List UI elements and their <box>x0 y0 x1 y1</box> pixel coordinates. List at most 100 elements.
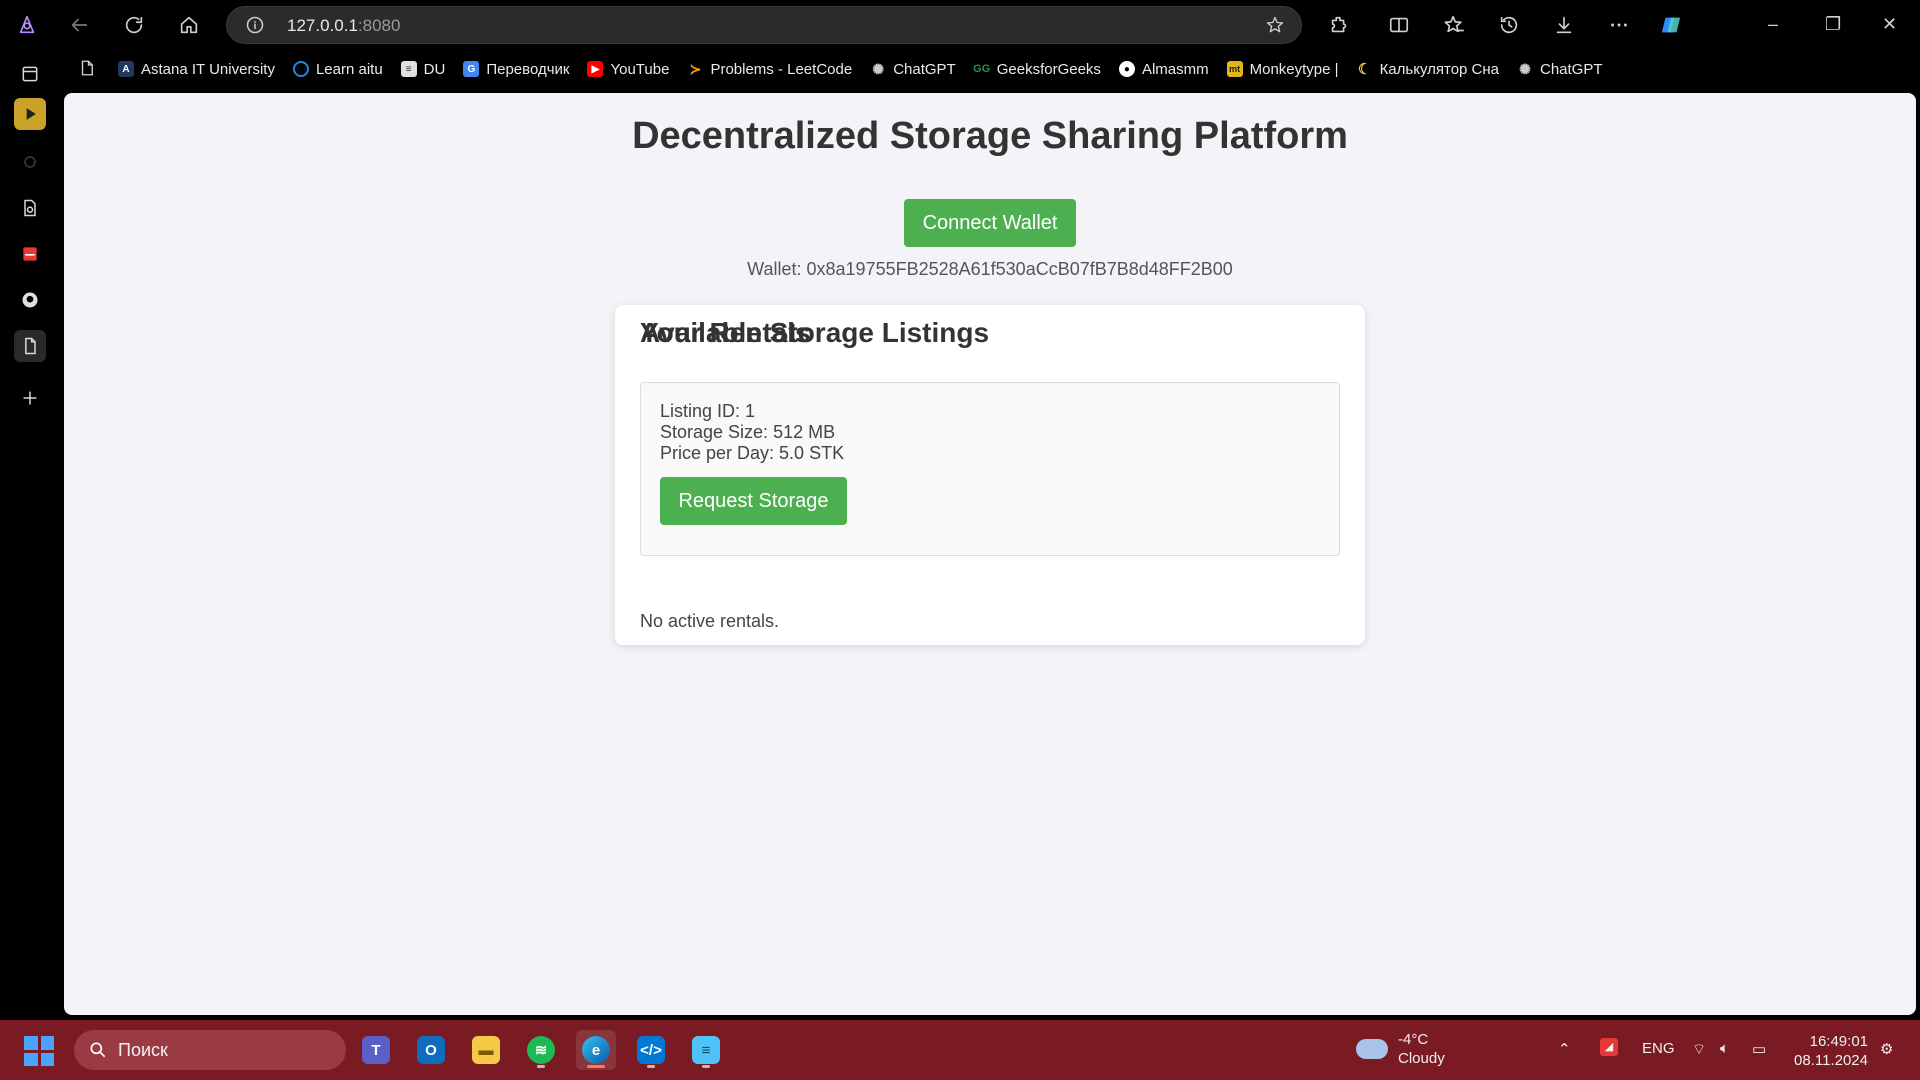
bookmark-label: Monkeytype | <box>1249 60 1339 78</box>
downloads-icon[interactable] <box>1551 12 1577 38</box>
rentals-empty-text: No active rentals. <box>640 611 780 631</box>
address-bar[interactable]: 127.0.0.1:8080 <box>226 6 1302 44</box>
windows-start-icon[interactable] <box>24 1036 54 1066</box>
copilot-icon[interactable] <box>1658 12 1684 38</box>
listing-item: Listing ID: 1 Storage Size: 512 MB Price… <box>640 382 1340 556</box>
rentals-heading: Your Rentals <box>640 317 811 348</box>
weather-widget[interactable]: -4°C Cloudy <box>1356 1030 1445 1068</box>
split-screen-icon[interactable] <box>1386 12 1412 38</box>
browser-sidebar <box>0 50 62 1020</box>
running-indicator <box>537 1065 545 1068</box>
taskbar-search[interactable]: Поиск <box>74 1030 346 1070</box>
spotify-app[interactable]: ≋ <box>521 1030 561 1070</box>
tab-actions-icon[interactable] <box>14 58 46 90</box>
favorite-star-icon[interactable] <box>1265 15 1285 40</box>
amd-tray-icon[interactable]: ◢ <box>1600 1038 1618 1056</box>
url-host: 127.0.0.1 <box>287 16 358 35</box>
url-port: :8080 <box>357 16 401 35</box>
edge-app[interactable]: e <box>576 1030 616 1070</box>
page-viewport: Decentralized Storage Sharing Platform C… <box>64 93 1916 1015</box>
du-icon: ≡ <box>400 61 417 77</box>
wifi-icon[interactable]: ⌔ <box>1692 1040 1706 1059</box>
bookmark-label: GeeksforGeeks <box>996 60 1101 78</box>
teams-app[interactable]: T <box>356 1030 396 1070</box>
system-clock[interactable]: 16:49:01 08.11.2024 <box>1790 1032 1868 1070</box>
youtube-icon: ▶ <box>587 61 604 77</box>
bookmark-chatgpt[interactable]: ✺ ChatGPT <box>870 61 955 78</box>
restore-icon[interactable]: ❐ <box>1825 14 1841 35</box>
chatgpt-icon: ✺ <box>1519 60 1531 77</box>
astana-it-icon: A <box>118 61 134 77</box>
history-icon[interactable] <box>1496 12 1522 38</box>
favorites-icon[interactable] <box>1441 12 1467 38</box>
folder-icon: ▬ <box>472 1036 500 1064</box>
weather-description: Cloudy <box>1398 1050 1445 1067</box>
bookmark-label: Калькулятор Сна <box>1379 60 1499 78</box>
bookmark-label: Problems - LeetCode <box>710 60 853 78</box>
search-placeholder: Поиск <box>118 1039 168 1060</box>
bookmark-du[interactable]: ≡ DU <box>400 60 446 78</box>
battery-icon[interactable]: ▭ <box>1752 1040 1766 1058</box>
active-indicator <box>587 1065 605 1068</box>
bookmark-page-icon[interactable] <box>78 58 96 83</box>
vscode-app[interactable]: </> <box>631 1030 671 1070</box>
github-tab-icon[interactable] <box>14 284 46 316</box>
bookmarks-bar: A Astana IT University Learn aitu ≡ DU G Пе… <box>118 54 1621 84</box>
weather-temperature: -4°C <box>1398 1031 1429 1048</box>
volume-icon[interactable]: 🔈︎ <box>1720 1040 1729 1057</box>
bookmark-astana-it-university[interactable]: A Astana IT University <box>118 61 275 78</box>
site-info-icon[interactable] <box>245 15 265 40</box>
media-tab-icon[interactable] <box>14 98 46 130</box>
search-icon <box>88 1040 108 1065</box>
file-sync-tab-icon[interactable] <box>14 192 46 224</box>
minimize-icon[interactable]: – <box>1768 14 1778 35</box>
taskbar: Поиск T O ▬ ≋ e </> ≡ -4°C Cloudy ⌃ ◢ EN… <box>0 1020 1920 1080</box>
more-menu-icon[interactable] <box>1606 12 1632 38</box>
request-storage-button[interactable]: Request Storage <box>660 477 847 525</box>
back-icon[interactable] <box>66 12 92 38</box>
bookmark-label: YouTube <box>610 60 670 78</box>
notepad-app[interactable]: ≡ <box>686 1030 726 1070</box>
notepad-icon: ≡ <box>692 1036 720 1064</box>
aitu-tab-icon[interactable] <box>14 146 46 178</box>
connect-wallet-button[interactable]: Connect Wallet <box>904 199 1076 247</box>
bookmark-learn-aitu[interactable]: Learn aitu <box>292 61 383 78</box>
notifications-icon[interactable]: ⚙︎ <box>1880 1040 1893 1058</box>
outlook-app[interactable]: O <box>411 1030 451 1070</box>
extensions-icon[interactable] <box>1326 12 1352 38</box>
bookmark-almasmm[interactable]: ● Almasmm <box>1118 60 1209 78</box>
browser-toolbar: 127.0.0.1:8080 – ❐ ✕ <box>0 0 1920 50</box>
chevron-up-icon[interactable]: ⌃ <box>1558 1040 1571 1058</box>
bookmark-translator[interactable]: G Переводчик <box>463 61 569 78</box>
teams-icon: T <box>362 1036 390 1064</box>
bookmark-label: Astana IT University <box>141 60 275 78</box>
current-page-tab-icon[interactable] <box>14 330 46 362</box>
home-icon[interactable] <box>176 12 202 38</box>
storage-card: Available Storage Listings Listing ID: 1… <box>615 305 1365 645</box>
bookmark-youtube[interactable]: ▶ YouTube <box>587 61 669 78</box>
leetcode-icon: ≻ <box>689 60 702 77</box>
pdf-tab-icon[interactable] <box>14 238 46 270</box>
bookmark-label: DU <box>423 60 446 78</box>
wallet-address: Wallet: 0x8a19755FB2528A61f530aCcB07fB7B… <box>747 259 1233 279</box>
listing-price: Price per Day: 5.0 STK <box>660 443 845 463</box>
bookmark-label: Almasmm <box>1141 60 1209 78</box>
listing-id: Listing ID: 1 <box>660 401 756 421</box>
moon-icon: ☾ <box>1357 61 1372 78</box>
bookmark-sleep-calculator[interactable]: ☾ Калькулятор Сна <box>1357 60 1499 79</box>
language-indicator[interactable]: ENG <box>1642 1040 1675 1057</box>
spotify-icon: ≋ <box>527 1036 555 1064</box>
browser-profile-icon[interactable] <box>14 12 40 38</box>
file-explorer-app[interactable]: ▬ <box>466 1030 506 1070</box>
bookmark-monkeytype[interactable]: mt Monkeytype | <box>1226 60 1339 78</box>
cloud-icon <box>1356 1039 1388 1059</box>
reload-icon[interactable] <box>121 12 147 38</box>
new-tab-plus-icon[interactable] <box>14 382 46 414</box>
vscode-icon: </> <box>637 1036 665 1064</box>
outlook-icon: O <box>417 1036 445 1064</box>
close-icon[interactable]: ✕ <box>1882 14 1897 35</box>
bookmark-leetcode[interactable]: ≻ Problems - LeetCode <box>687 60 853 78</box>
bookmark-geeksforgeeks[interactable]: GG GeeksforGeeks <box>973 60 1101 78</box>
bookmark-chatgpt-2[interactable]: ✺ ChatGPT <box>1517 60 1602 78</box>
running-indicator <box>647 1065 655 1068</box>
